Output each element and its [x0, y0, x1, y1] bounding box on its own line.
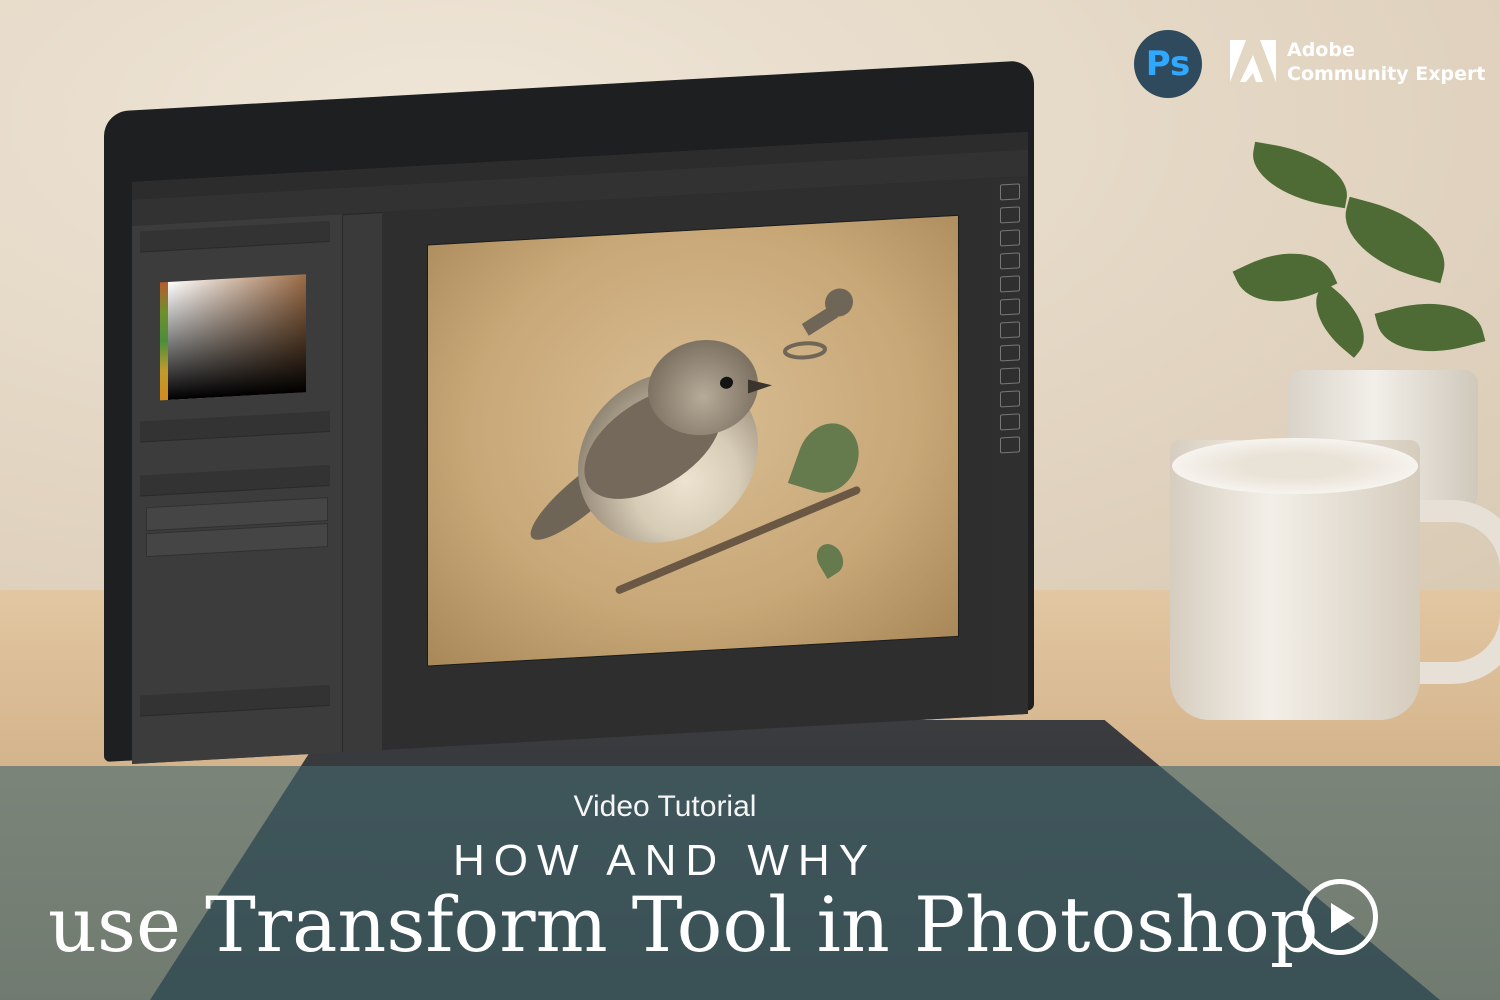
- tool-button: [1000, 390, 1020, 408]
- tool-button: [1000, 183, 1020, 201]
- brand-line-adobe: Adobe: [1287, 39, 1355, 61]
- play-circle-icon[interactable]: [1331, 903, 1355, 933]
- adobe-logo-icon: [1230, 40, 1276, 82]
- brand-line-community-expert: Community Expert: [1287, 63, 1486, 85]
- tool-button: [1000, 275, 1020, 293]
- hue-slider: [160, 281, 168, 401]
- tool-button: [1000, 436, 1020, 454]
- community-expert-badge: Adobe Community Expert: [1287, 38, 1485, 86]
- color-panel-tab: [140, 220, 330, 253]
- layers-panel-tab: [140, 464, 330, 497]
- channels-panel-tab: [140, 684, 330, 717]
- bird-beak: [748, 378, 772, 394]
- photoshop-logo-icon: Ps: [1134, 30, 1202, 98]
- clone-stamp-icon: [783, 288, 853, 360]
- photoshop-panels: [132, 214, 343, 764]
- tool-button: [1000, 321, 1020, 339]
- tool-button: [1000, 413, 1020, 431]
- how-and-why-heading: HOW AND WHY: [452, 836, 878, 885]
- tool-button: [1000, 344, 1020, 362]
- tool-button: [1000, 298, 1020, 316]
- bird-artwork: [428, 215, 958, 666]
- color-picker-field: [168, 274, 306, 400]
- photoshop-canvas-area: [382, 177, 992, 753]
- tutorial-title: use Transform Tool in Photoshop: [48, 880, 1319, 969]
- tool-button: [1000, 229, 1020, 247]
- tool-button: [1000, 206, 1020, 224]
- adjustments-panel-tab: [140, 410, 330, 443]
- laptop-screen: [132, 131, 1028, 764]
- tool-button: [1000, 252, 1020, 270]
- video-tutorial-label: Video Tutorial: [573, 790, 757, 823]
- mug-rim: [1172, 438, 1418, 494]
- green-leaf-shape: [811, 538, 849, 579]
- photoshop-toolbar: [992, 175, 1028, 718]
- tool-button: [1000, 367, 1020, 385]
